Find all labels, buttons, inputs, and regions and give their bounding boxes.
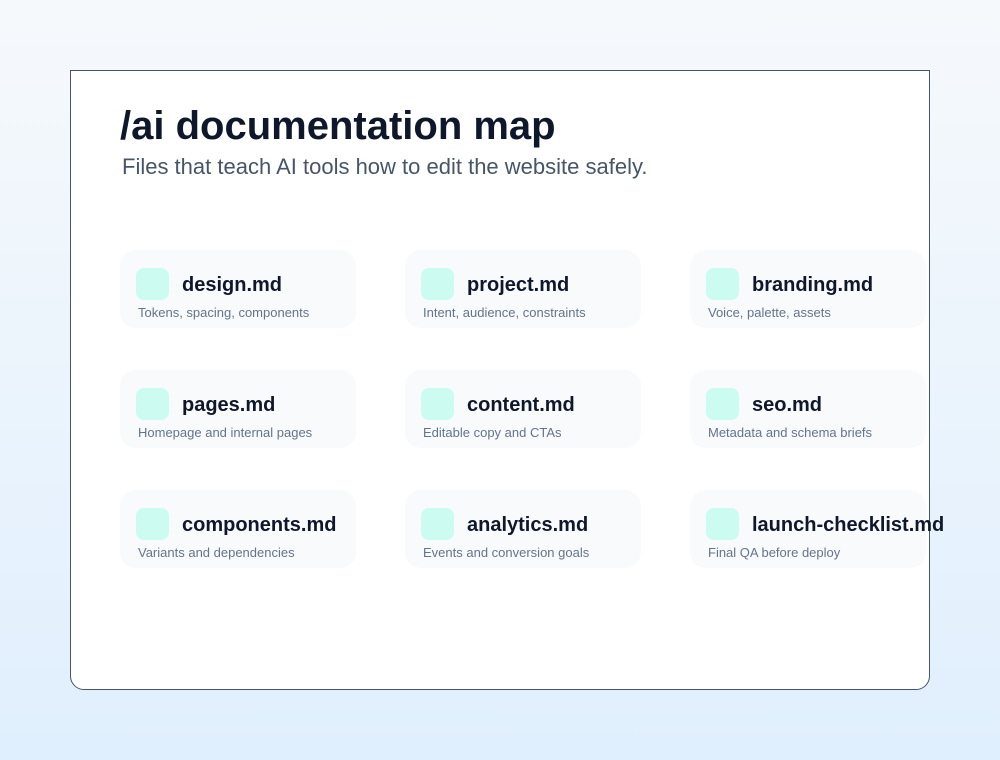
file-description: Metadata and schema briefs: [708, 425, 873, 440]
file-name: content.md: [467, 394, 575, 416]
file-icon: [706, 508, 739, 540]
file-card-launch-checklist[interactable]: launch-checklist.md Final QA before depl…: [690, 490, 944, 568]
file-name: project.md: [467, 274, 570, 296]
file-icon: [421, 508, 454, 540]
file-name: design.md: [182, 274, 283, 296]
file-icon: [136, 388, 169, 420]
file-card-analytics[interactable]: analytics.md Events and conversion goals: [405, 490, 641, 568]
file-description: Voice, palette, assets: [708, 305, 831, 320]
file-name: branding.md: [752, 274, 874, 296]
file-description: Homepage and internal pages: [138, 425, 313, 440]
file-name: analytics.md: [467, 514, 589, 536]
file-description: Final QA before deploy: [708, 545, 841, 560]
file-name: launch-checklist.md: [752, 514, 945, 536]
file-description: Events and conversion goals: [423, 545, 590, 560]
file-description: Variants and dependencies: [138, 545, 295, 560]
file-card-content[interactable]: content.md Editable copy and CTAs: [405, 370, 641, 448]
file-icon: [136, 268, 169, 300]
file-description: Editable copy and CTAs: [423, 425, 562, 440]
file-name: pages.md: [182, 394, 276, 416]
file-icon: [706, 388, 739, 420]
file-description: Tokens, spacing, components: [138, 305, 310, 320]
file-card-project[interactable]: project.md Intent, audience, constraints: [405, 250, 641, 328]
file-card-components[interactable]: components.md Variants and dependencies: [120, 490, 356, 568]
page-subtitle: Files that teach AI tools how to edit th…: [122, 154, 648, 179]
file-card-branding[interactable]: branding.md Voice, palette, assets: [690, 250, 926, 328]
file-name: seo.md: [752, 394, 823, 416]
file-card-design[interactable]: design.md Tokens, spacing, components: [120, 250, 356, 328]
file-description: Intent, audience, constraints: [423, 305, 586, 320]
page-title: /ai documentation map: [120, 104, 556, 148]
file-card-pages[interactable]: pages.md Homepage and internal pages: [120, 370, 356, 448]
file-card-seo[interactable]: seo.md Metadata and schema briefs: [690, 370, 926, 448]
file-icon: [421, 388, 454, 420]
file-icon: [421, 268, 454, 300]
file-icon: [706, 268, 739, 300]
documentation-map-panel: /ai documentation map Files that teach A…: [70, 70, 944, 690]
file-name: components.md: [182, 514, 337, 536]
file-icon: [136, 508, 169, 540]
